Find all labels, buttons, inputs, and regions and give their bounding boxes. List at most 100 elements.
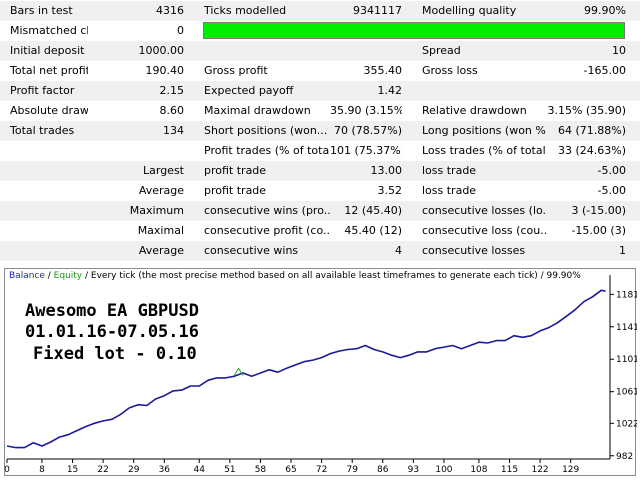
report-cell-c1r: Maximal — [137, 224, 184, 237]
report-cell-c3l: consecutive loss (cou... — [422, 224, 546, 237]
report-cell-c2r: 70 (78.57%) — [333, 124, 402, 137]
report-cell-c3r: -5.00 — [597, 164, 626, 177]
report-cell-c1l — [0, 221, 88, 241]
report-row: Average profit trade 3.52 loss trade -5.00 — [0, 181, 640, 201]
report-cell-c1l — [0, 141, 88, 161]
x-tick-label: 29 — [128, 465, 140, 475]
report-cell-c1r: 190.40 — [145, 64, 185, 77]
report-cell-c2l: Maximal drawdown — [204, 104, 311, 117]
report-cell-c3l: Modelling quality — [422, 4, 517, 17]
report-cell-c1r: 1000.00 — [138, 44, 185, 57]
report-row: Profit factor 2.15 Expected payoff 1.42 — [0, 81, 640, 101]
x-tick-label: 93 — [408, 465, 419, 475]
report-cell-c1l: Total trades — [10, 124, 75, 137]
report-cell-c2l: Profit trades (% of total) — [204, 144, 330, 157]
report-cell-c2l: consecutive wins — [204, 244, 299, 257]
report-cell-c2l: profit trade — [204, 184, 267, 197]
report-cell-c1r — [88, 141, 184, 161]
overlay-lot: Fixed lot - 0.10 — [33, 344, 197, 364]
report-row: Profit trades (% of total) 101 (75.37%) Lo… — [0, 141, 640, 161]
report-cell-c3r: 33 (24.63%) — [557, 144, 626, 157]
report-cell-c3l: Gross loss — [422, 64, 478, 77]
report-cell-c3l — [416, 81, 546, 101]
report-cell-c1r: Largest — [143, 164, 184, 177]
legend-balance: Balance — [9, 271, 45, 281]
y-tick-label: 1022 — [616, 419, 637, 429]
y-tick-label: 1181 — [616, 290, 637, 300]
report-cell-c1l — [0, 201, 88, 221]
x-tick-label: 8 — [39, 465, 45, 475]
report-cell-c1l: Profit factor — [10, 84, 75, 97]
report-cell-c1l: Total net profit — [10, 64, 88, 77]
overlay-title: Awesomo EA GBPUSD — [25, 301, 199, 321]
report-cell-c2r: 13.00 — [370, 164, 403, 177]
x-tick-label: 86 — [377, 465, 389, 475]
report-cell-c3r: -15.00 (3) — [571, 224, 626, 237]
overlay-dates: 01.01.16-07.05.16 — [25, 322, 199, 342]
report-cell-c1r: Maximum — [129, 204, 184, 217]
x-tick-label: 15 — [67, 465, 78, 475]
report-cell-c1l — [0, 241, 88, 261]
report-cell-c2l: profit trade — [204, 164, 267, 177]
report-cell-c3r: -165.00 — [583, 64, 626, 77]
report-cell-c1l: Bars in test — [10, 4, 73, 17]
report-cell-c2l: consecutive wins (pro... — [204, 204, 330, 217]
x-tick-label: 115 — [501, 465, 518, 475]
report-cell-c3r: 10 — [612, 44, 626, 57]
x-tick-label: 129 — [562, 465, 579, 475]
report-cell-c3r: 99.90% — [584, 4, 626, 17]
report-cell-c3l: Loss trades (% of total) — [422, 144, 546, 157]
report-cell-c1l: Mismatched char... — [10, 24, 88, 37]
report-cell-c2l: Short positions (won... — [204, 124, 328, 137]
report-cell-c2r: 3.52 — [377, 184, 403, 197]
report-row: Maximal consecutive profit (co... 45.40 (1… — [0, 221, 640, 241]
report-row: Maximum consecutive wins (pro... 12 (45.40… — [0, 201, 640, 221]
report-cell-c3l: consecutive losses (lo... — [422, 204, 546, 217]
report-cell-c3r: -5.00 — [597, 184, 626, 197]
report-cell-c2l — [198, 41, 330, 61]
report-cell-c1l: Initial deposit — [10, 44, 85, 57]
legend-separator: / — [44, 271, 54, 281]
report-row: Initial deposit 1000.00 Spread 10 — [0, 41, 640, 61]
x-tick-label: 58 — [255, 465, 267, 475]
report-cell-c1r: 2.15 — [159, 84, 185, 97]
report-cell-c2l: Expected payoff — [204, 84, 294, 97]
x-tick-label: 72 — [316, 465, 327, 475]
report-cell-c2r: 101 (75.37%) — [330, 144, 402, 157]
report-cell-c2l: consecutive profit (co... — [204, 224, 330, 237]
x-tick-label: 79 — [346, 465, 358, 475]
x-tick-label: 122 — [531, 465, 548, 475]
x-tick-label: 44 — [194, 465, 206, 475]
chart-legend: Balance / Equity / Every tick (the most … — [9, 271, 581, 281]
report-cell-c1l: Absolute drawd... — [10, 104, 88, 117]
balance-chart: 0 8 15 22 29 36 44 51 58 65 72 79 86 93 100 108 115 122 12… — [4, 268, 637, 476]
report-cell-c3r: 1 — [619, 244, 626, 257]
report-cell-c3l: Long positions (won %) — [422, 124, 546, 137]
report-cell-c2r: 12 (45.40) — [344, 204, 402, 217]
report-cell-c3l: Spread — [422, 44, 461, 57]
report-cell-c1r: 134 — [163, 124, 184, 137]
report-cell-c2r: 9341117 — [353, 4, 402, 17]
report-cell-c3r: 3 (-15.00) — [571, 204, 626, 217]
report-cell-c3l: consecutive losses — [422, 244, 526, 257]
report-cell-c2r: 355.40 — [363, 64, 403, 77]
backtest-report-table: Bars in test 4316 Ticks modelled 9341117 Mod… — [0, 0, 640, 262]
report-cell-c3l: Relative drawdown — [422, 104, 527, 117]
legend-description: / Every tick (the most precise method ba… — [82, 271, 581, 281]
x-tick-label: 36 — [159, 465, 171, 475]
report-cell-c1r: Average — [138, 184, 184, 197]
report-row: Largest profit trade 13.00 loss trade -5.00 — [0, 161, 640, 181]
report-cell-c1r: 8.60 — [159, 104, 185, 117]
report-cell-c1l — [0, 161, 88, 181]
mismatched-charts-bar — [203, 22, 625, 39]
report-row: Total net profit 190.40 Gross profit 355.40… — [0, 61, 640, 81]
report-cell-c1r: Average — [138, 244, 184, 257]
x-tick-label: 22 — [97, 465, 108, 475]
report-cell-c2l: Ticks modelled — [204, 4, 287, 17]
report-row: Average consecutive wins 4 consecutive loss… — [0, 241, 640, 261]
report-cell-c3r: 64 (71.88%) — [557, 124, 626, 137]
report-cell-c2r — [330, 41, 402, 61]
y-tick-label: 1101 — [616, 355, 637, 365]
report-cell-c3r: 3.15% (35.90) — [547, 104, 626, 117]
report-cell-c2r: 35.90 (3.15%) — [330, 104, 402, 117]
